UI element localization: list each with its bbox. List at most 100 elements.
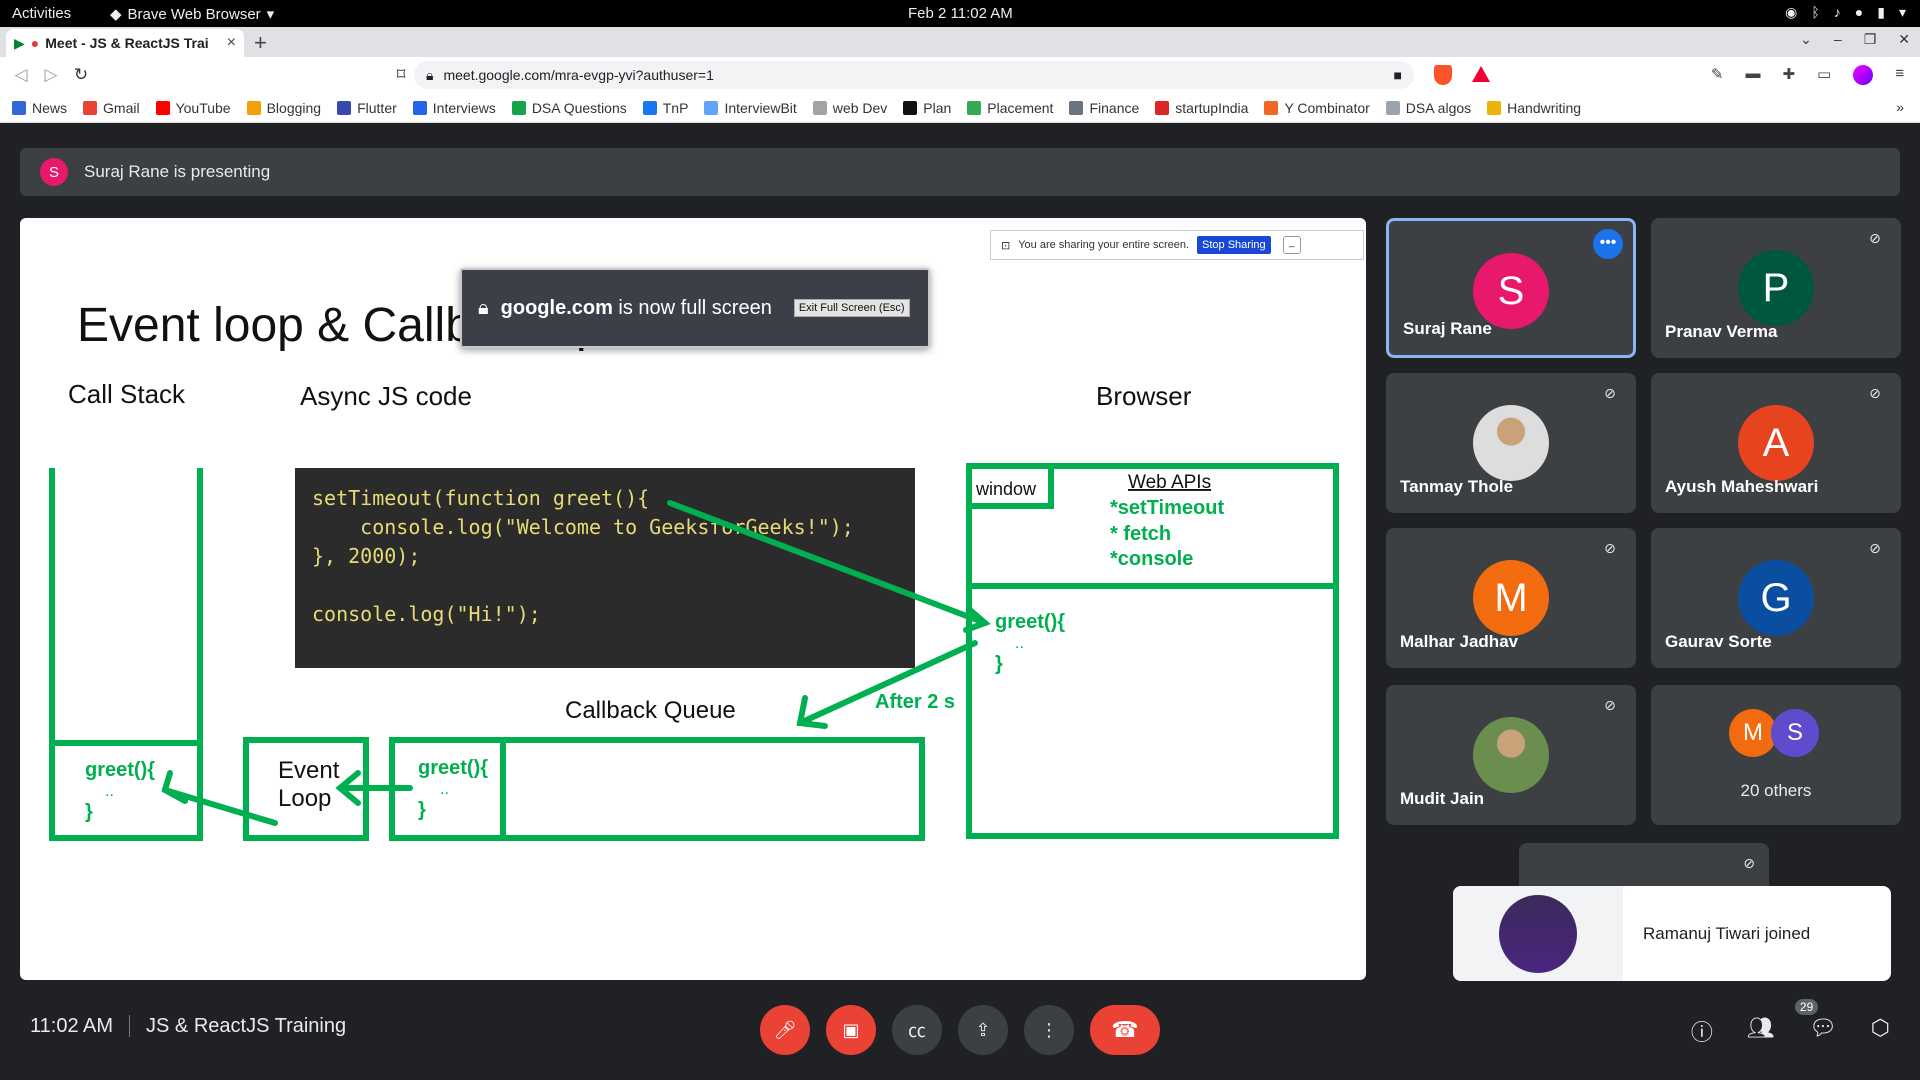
join-notification: Ramanuj Tiwari joined bbox=[1453, 886, 1891, 981]
bookmark-news[interactable]: News bbox=[12, 100, 67, 116]
bookmark-icon[interactable]: ⌑ bbox=[386, 65, 416, 85]
shared-screen[interactable]: ⊡ You are sharing your entire screen. St… bbox=[20, 218, 1366, 980]
arrowhead-stack bbox=[161, 770, 188, 804]
bookmark-label: web Dev bbox=[832, 99, 888, 116]
brave-shields-icon[interactable] bbox=[1434, 65, 1452, 85]
bookmark-handwriting[interactable]: Handwriting bbox=[1487, 100, 1581, 116]
restore-icon[interactable]: ❐ bbox=[1864, 31, 1877, 48]
side-controls: ⓘ 👥︎ 29 💬︎ ⬡ bbox=[1691, 999, 1890, 1047]
bookmark-finance[interactable]: Finance bbox=[1069, 100, 1139, 116]
app-menu[interactable]: ◆ Brave Web Browser ▾ bbox=[110, 5, 274, 24]
url-text: meet.google.com/mra-evgp-yvi?authuser=1 bbox=[443, 67, 714, 83]
mic-off-icon: ⊘ bbox=[1604, 697, 1616, 713]
camera-off-icon: ▣ bbox=[842, 1019, 860, 1040]
meeting-details-icon[interactable]: ⓘ bbox=[1691, 1015, 1713, 1047]
others-tile[interactable]: M S 20 others bbox=[1651, 685, 1901, 825]
close-tab-icon[interactable]: × bbox=[227, 34, 236, 52]
system-tray[interactable]: ◉ ᛒ ♪ ● ▮ ▾ bbox=[1785, 4, 1906, 21]
tab-meet[interactable]: ▶ ● Meet - JS & ReactJS Trai × bbox=[6, 29, 244, 57]
bookmark-label: Interviews bbox=[432, 99, 496, 116]
bookmark-favicon-icon bbox=[412, 100, 427, 115]
participant-tile[interactable]: G Gaurav Sorte ⊘ bbox=[1651, 528, 1901, 668]
participant-name: Mudit Jain bbox=[1400, 789, 1485, 808]
tab-strip: ▶ ● Meet - JS & ReactJS Trai × + ⌄ – ❐ ✕ bbox=[0, 27, 1920, 57]
callstack-greet: greet(){ bbox=[85, 759, 155, 781]
extension-minus-icon[interactable]: ▬ bbox=[1745, 65, 1760, 85]
bookmark-flutter[interactable]: Flutter bbox=[337, 100, 397, 116]
close-window-icon[interactable]: ✕ bbox=[1898, 31, 1910, 48]
participant-photo bbox=[1473, 717, 1549, 793]
people-icon: 👥︎ bbox=[1746, 1015, 1775, 1040]
camera-toggle-button[interactable]: ▣ bbox=[826, 1005, 876, 1055]
camera-icon[interactable]: ■ bbox=[1394, 67, 1402, 83]
more-options-icon[interactable]: ••• bbox=[1593, 229, 1623, 259]
api-fetch: * fetch bbox=[1110, 523, 1171, 545]
mic-toggle-button[interactable]: 🎤︎ bbox=[760, 1005, 810, 1055]
brave-rewards-icon[interactable] bbox=[1472, 66, 1490, 82]
bookmark-label: Flutter bbox=[357, 99, 397, 116]
people-button[interactable]: 👥︎ 29 bbox=[1746, 999, 1819, 1047]
bookmark-favicon-icon bbox=[704, 100, 719, 115]
tab-title: Meet - JS & ReactJS Trai bbox=[45, 35, 209, 51]
participant-name: Suraj Rane bbox=[1403, 319, 1492, 338]
participant-tile[interactable]: M Malhar Jadhav ⊘ bbox=[1386, 528, 1636, 668]
address-bar[interactable]: 🔒︎ meet.google.com/mra-evgp-yvi?authuser… bbox=[414, 61, 1414, 89]
bookmark-web-dev[interactable]: web Dev bbox=[812, 99, 888, 116]
profile-avatar[interactable] bbox=[1853, 65, 1874, 85]
reload-icon[interactable]: ↻ bbox=[66, 65, 96, 85]
activities-button[interactable]: Activities bbox=[12, 5, 71, 22]
exit-fullscreen-button[interactable]: Exit Full Screen (Esc) bbox=[793, 299, 910, 317]
bookmark-youtube[interactable]: YouTube bbox=[155, 100, 231, 116]
puzzle-icon[interactable]: ✚ bbox=[1782, 65, 1795, 85]
participant-tile[interactable]: Tanmay Thole ⊘ bbox=[1386, 373, 1636, 513]
browser-brace: } bbox=[995, 653, 1003, 675]
bookmark-plan[interactable]: Plan bbox=[903, 100, 951, 116]
bookmark-label: Y Combinator bbox=[1284, 99, 1370, 116]
bookmark-favicon-icon bbox=[1487, 100, 1502, 115]
bookmark-label: DSA algos bbox=[1405, 99, 1472, 116]
system-top-bar: Activities ◆ Brave Web Browser ▾ Feb 2 1… bbox=[0, 0, 1920, 27]
menu-icon[interactable]: ≡ bbox=[1895, 65, 1904, 85]
bookmark-startupindia[interactable]: startupIndia bbox=[1155, 100, 1248, 116]
app-name: Brave Web Browser bbox=[127, 5, 261, 23]
bookmark-dsa-questions[interactable]: DSA Questions bbox=[511, 100, 627, 116]
participant-tile[interactable]: S Suraj Rane ••• bbox=[1386, 218, 1636, 358]
participant-tile[interactable]: Mudit Jain ⊘ bbox=[1386, 685, 1636, 825]
bookmarks-bar: News Gmail YouTube Blogging Flutter Interview… bbox=[0, 93, 1920, 123]
back-icon[interactable]: ◁ bbox=[6, 65, 36, 85]
toolbar-extensions: ✎ ▬ ✚ ▭ ≡ bbox=[1711, 65, 1904, 85]
more-options-button[interactable]: ⋮ bbox=[1024, 1005, 1074, 1055]
battery-icon: ▮ bbox=[1877, 4, 1885, 20]
bookmark-gmail[interactable]: Gmail bbox=[83, 100, 140, 116]
bookmark-dsa-algos[interactable]: DSA algos bbox=[1385, 99, 1472, 116]
volume-icon: ♪ bbox=[1833, 4, 1841, 20]
activities-icon[interactable]: ⬡ bbox=[1871, 1015, 1890, 1047]
code-line: }, 2000); bbox=[312, 544, 420, 568]
bookmark-placement[interactable]: Placement bbox=[967, 100, 1053, 116]
participant-tile[interactable]: P Pranav Verma ⊘ bbox=[1651, 218, 1901, 358]
bookmark-tnp[interactable]: TnP bbox=[642, 100, 688, 116]
participant-tile[interactable]: A Ayush Maheshwari ⊘ bbox=[1651, 373, 1901, 513]
participant-avatar: A bbox=[1738, 405, 1814, 481]
present-button[interactable]: ⇪ bbox=[958, 1005, 1008, 1055]
eyedropper-icon[interactable]: ✎ bbox=[1711, 65, 1724, 85]
tab-search-icon[interactable]: ⌄ bbox=[1800, 31, 1812, 48]
bookmark-interviewbit[interactable]: InterviewBit bbox=[704, 99, 797, 116]
minimize-icon[interactable]: – bbox=[1834, 31, 1842, 48]
forward-icon[interactable]: ▷ bbox=[36, 65, 66, 85]
bookmarks-overflow-icon[interactable]: » bbox=[1896, 99, 1904, 115]
bookmark-interviews[interactable]: Interviews bbox=[412, 99, 496, 116]
divider bbox=[129, 1015, 131, 1037]
wallet-icon[interactable]: ▭ bbox=[1817, 65, 1831, 85]
system-clock[interactable]: Feb 2 11:02 AM bbox=[908, 5, 1013, 22]
new-tab-button[interactable]: + bbox=[254, 30, 267, 56]
lock-icon: 🔒︎ bbox=[426, 66, 434, 83]
leave-call-button[interactable]: ☎ bbox=[1090, 1005, 1160, 1055]
bookmark-blogging[interactable]: Blogging bbox=[246, 100, 321, 116]
chat-icon[interactable]: 💬︎ bbox=[1809, 1015, 1837, 1047]
call-stack-box bbox=[49, 468, 203, 841]
bookmark-y-combinator[interactable]: Y Combinator bbox=[1264, 99, 1370, 116]
captions-button[interactable]: ㏄ bbox=[892, 1005, 942, 1055]
callback-queue-box bbox=[389, 737, 925, 841]
bookmark-label: InterviewBit bbox=[724, 99, 797, 116]
